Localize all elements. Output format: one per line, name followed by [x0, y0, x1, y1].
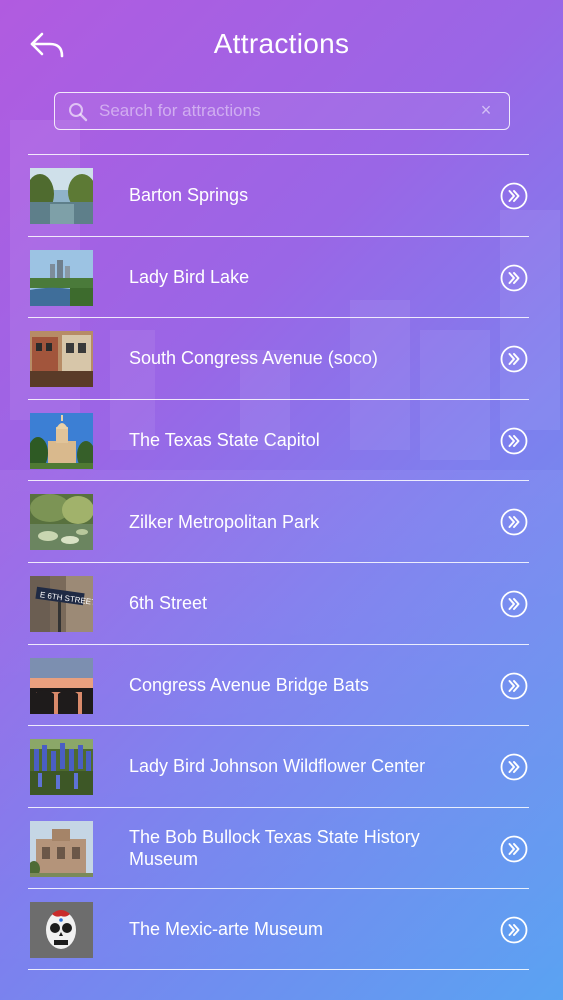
page-title: Attractions [213, 28, 350, 59]
chevron-double-right-icon[interactable] [500, 753, 528, 781]
list-item[interactable]: Zilker Metropolitan Park [28, 480, 529, 562]
attraction-label: The Bob Bullock Texas State History Muse… [129, 827, 420, 870]
attraction-thumbnail [30, 902, 93, 959]
list-item[interactable]: Lady Bird Lake [28, 235, 529, 318]
attraction-label: The Mexic-arte Museum [129, 919, 324, 940]
chevron-double-right-icon[interactable] [500, 916, 528, 944]
attraction-thumbnail [30, 249, 93, 306]
search-input[interactable] [99, 93, 469, 128]
list-item[interactable]: E 6TH STREET 6th Street [28, 561, 529, 644]
chevron-double-right-icon[interactable] [500, 835, 528, 863]
attraction-thumbnail [30, 494, 93, 551]
attraction-label: 6th Street [129, 593, 208, 614]
attraction-thumbnail [30, 820, 93, 877]
search-icon [69, 103, 88, 122]
attraction-label: The Texas State Capitol [129, 430, 320, 451]
header: Attractions [0, 0, 563, 88]
chevron-double-right-icon[interactable] [500, 427, 528, 455]
list-item[interactable]: The Texas State Capitol [28, 398, 529, 481]
list-item[interactable]: Barton Springs [28, 154, 529, 236]
list-item[interactable]: The Bob Bullock Texas State History Muse… [28, 806, 529, 889]
attraction-thumbnail [30, 412, 93, 469]
attraction-thumbnail [30, 657, 93, 714]
chevron-double-right-icon[interactable] [500, 345, 528, 373]
list-item[interactable]: South Congress Avenue (soco) [28, 317, 529, 399]
list-item[interactable]: The Mexic-arte Museum [28, 888, 529, 970]
attraction-label: Lady Bird Lake [129, 266, 250, 287]
clear-search-icon[interactable]: × [477, 101, 495, 119]
attraction-thumbnail [30, 739, 93, 796]
attraction-thumbnail: E 6TH STREET [30, 575, 93, 632]
attraction-label: Congress Avenue Bridge Bats [129, 674, 369, 695]
chevron-double-right-icon[interactable] [500, 264, 528, 292]
chevron-double-right-icon[interactable] [500, 672, 528, 700]
attraction-thumbnail [30, 168, 93, 224]
search-bar: × [54, 92, 510, 130]
attraction-label: Barton Springs [129, 185, 249, 206]
attraction-label: Zilker Metropolitan Park [129, 511, 320, 532]
attraction-label: South Congress Avenue (soco) [129, 348, 378, 369]
chevron-double-right-icon[interactable] [500, 508, 528, 536]
attraction-thumbnail [30, 331, 93, 388]
chevron-double-right-icon[interactable] [500, 590, 528, 618]
chevron-double-right-icon[interactable] [500, 182, 528, 210]
list-item[interactable]: Lady Bird Johnson Wildflower Center [28, 725, 529, 807]
attraction-label: Lady Bird Johnson Wildflower Center [129, 756, 426, 777]
list-item[interactable]: Congress Avenue Bridge Bats [28, 643, 529, 726]
attractions-list: Barton Springs Lady Bird Lake South Congre… [28, 154, 529, 970]
